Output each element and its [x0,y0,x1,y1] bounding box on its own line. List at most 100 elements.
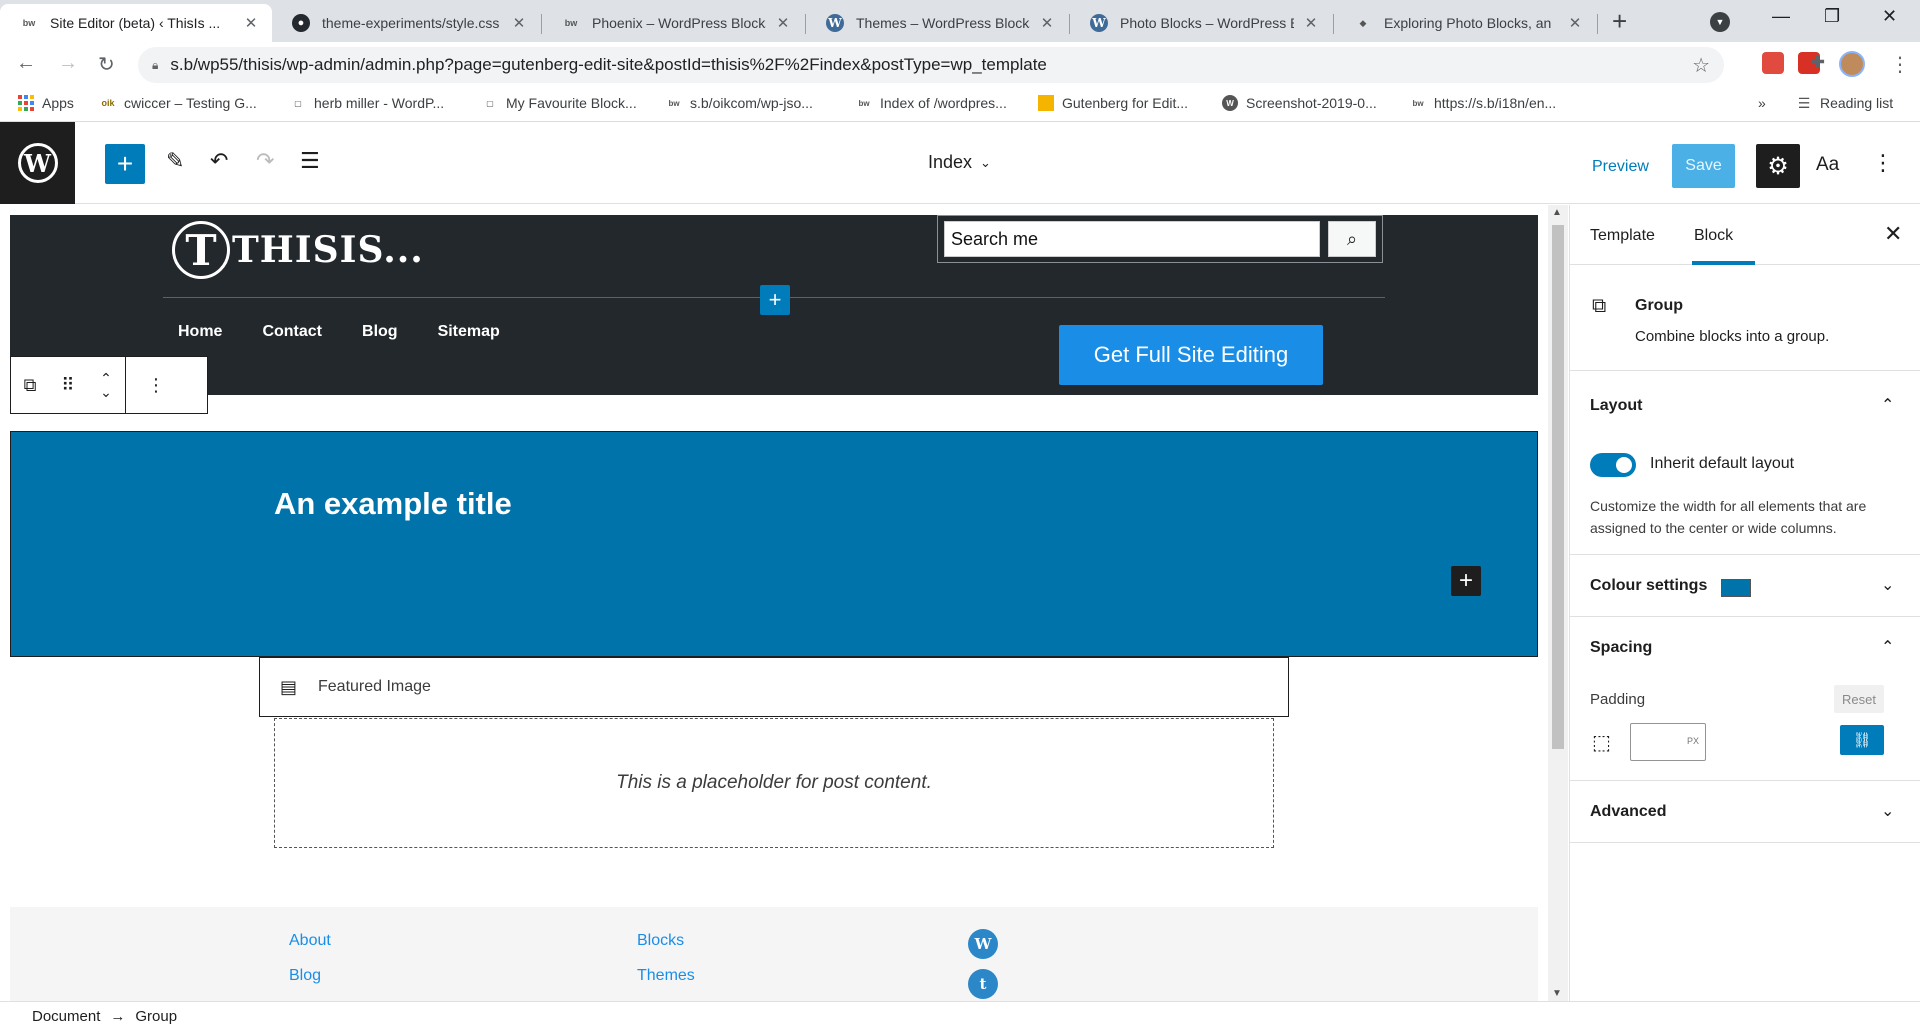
chevron-down-icon[interactable]: ⌄ [1881,575,1894,595]
reading-list[interactable]: ☰ Reading list [1796,95,1893,112]
browser-tab-exploring-photo-blocks[interactable]: ◆ Exploring Photo Blocks, an ✕ [1334,4,1596,42]
edit-pencil-icon[interactable]: ✎ [166,148,184,174]
between-inserter-plus-icon[interactable]: + [760,285,790,315]
undo-icon[interactable]: ↶ [210,148,228,174]
close-tab-icon[interactable]: ✕ [1038,14,1056,32]
spacing-panel-title[interactable]: Spacing [1590,639,1652,657]
bookmark-herb-miller[interactable]: ▢ herb miller - WordP... [290,95,444,111]
chevron-up-icon[interactable]: ⌃ [1881,637,1894,657]
site-logo[interactable]: T THISIS... [172,221,424,279]
restore-icon[interactable]: ❐ [1824,6,1840,27]
list-view-icon[interactable]: ☰ [300,148,320,174]
close-tab-icon[interactable]: ✕ [242,14,260,32]
reload-icon[interactable]: ↻ [98,52,115,77]
close-icon[interactable]: ✕ [1884,221,1902,247]
close-window-icon[interactable]: ✕ [1882,6,1897,27]
browser-tab-photo-blocks[interactable]: W Photo Blocks – WordPress B ✕ [1070,4,1332,42]
lock-icon[interactable]: 🔒︎ [152,58,158,73]
nav-item-sitemap[interactable]: Sitemap [438,323,500,341]
nav-item-blog[interactable]: Blog [362,323,398,341]
drag-handle-icon[interactable]: ⠿ [49,375,87,396]
template-selector[interactable]: Index ⌄ [928,152,991,173]
browser-tab-themes[interactable]: W Themes – WordPress Blocks ✕ [806,4,1068,42]
redo-icon[interactable]: ↷ [256,148,274,174]
advanced-panel-title[interactable]: Advanced [1590,803,1666,821]
omnibox[interactable]: 🔒︎ s.b/wp55/thisis/wp-admin/admin.php?pa… [138,47,1724,83]
forward-icon[interactable]: → [58,52,78,75]
bookmark-screenshot[interactable]: W Screenshot-2019-0... [1222,95,1377,111]
get-full-site-editing-button[interactable]: Get Full Site Editing [1059,325,1323,385]
chevron-up-icon[interactable]: ⌃ [1881,395,1894,415]
profile-avatar[interactable] [1839,51,1865,77]
featured-image-block[interactable]: ▤ Featured Image [259,657,1289,717]
global-styles-button[interactable]: Aa [1816,154,1839,176]
tab-search-icon[interactable]: ▼ [1710,12,1730,32]
new-tab-icon[interactable]: + [1612,8,1627,34]
unit-label[interactable]: PX [1687,736,1699,746]
site-icon-button[interactable]: W [0,122,75,204]
search-input[interactable]: Search me [944,221,1320,257]
add-block-plus-icon[interactable]: + [1451,566,1481,596]
layout-panel-title[interactable]: Layout [1590,397,1642,415]
bookmark-my-favourite-block[interactable]: ▢ My Favourite Block... [482,95,636,111]
move-down-icon[interactable]: ⌄ [100,385,112,399]
colour-settings-panel[interactable]: Colour settings ⌄ [1570,555,1920,617]
editor-canvas[interactable]: T THISIS... Search me ⌕ + Home Contact B… [0,205,1568,1001]
wordpress-icon[interactable]: W [968,929,998,959]
search-block[interactable]: Search me ⌕ [937,215,1383,263]
site-header-block[interactable]: T THISIS... Search me ⌕ + Home Contact B… [10,215,1538,395]
site-footer-block[interactable]: About Blog Blocks Themes W t [10,907,1538,1001]
extensions-puzzle-icon[interactable]: ✚ [1810,52,1832,74]
browser-tab-site-editor[interactable]: bw Site Editor (beta) ‹ ThisIs ... ✕ [0,4,272,42]
options-menu-icon[interactable]: ⋮ [1872,150,1894,176]
bookmarks-overflow[interactable]: » [1758,95,1766,111]
bookmark-i18n[interactable]: bw https://s.b/i18n/en... [1410,95,1556,111]
footer-link-about[interactable]: About [289,932,331,950]
bookmark-star-icon[interactable]: ☆ [1692,53,1710,78]
nav-item-home[interactable]: Home [178,323,222,341]
scroll-down-icon[interactable]: ▼ [1552,988,1562,999]
group-block-icon[interactable]: ⧉ [11,375,49,396]
footer-link-themes[interactable]: Themes [637,967,695,985]
link-sides-icon[interactable]: ⛓ [1840,725,1884,755]
scrollbar-thumb[interactable] [1552,225,1564,749]
block-inserter-button[interactable]: + [105,144,145,184]
more-options-icon[interactable]: ⋮ [126,375,186,396]
footer-link-blog[interactable]: Blog [289,967,321,985]
save-button[interactable]: Save [1672,144,1735,188]
bookmark-index-of-wordpress[interactable]: bw Index of /wordpres... [856,95,1006,111]
inherit-layout-toggle[interactable] [1590,453,1636,477]
tab-template[interactable]: Template [1590,227,1655,245]
close-tab-icon[interactable]: ✕ [774,14,792,32]
close-tab-icon[interactable]: ✕ [1302,14,1320,32]
bookmark-apps[interactable]: Apps [18,95,74,111]
reset-button[interactable]: Reset [1834,685,1884,713]
padding-input[interactable]: PX [1630,723,1706,761]
move-up-icon[interactable]: ⌃ [100,371,112,385]
tab-block[interactable]: Block [1694,227,1733,245]
browser-tab-phoenix[interactable]: bw Phoenix – WordPress Blocks ✕ [542,4,804,42]
chevron-down-icon[interactable]: ⌄ [1881,801,1894,821]
search-icon[interactable]: ⌕ [1328,221,1376,257]
cover-title[interactable]: An example title [274,486,512,522]
preview-button[interactable]: Preview [1592,158,1649,176]
block-mover[interactable]: ⌃ ⌄ [87,371,125,399]
browser-menu-icon[interactable]: ⋮ [1890,52,1910,77]
bookmark-gutenberg[interactable]: Gutenberg for Edit... [1038,95,1188,111]
minimize-icon[interactable]: — [1772,6,1790,27]
post-content-placeholder[interactable]: This is a placeholder for post content. [274,718,1274,848]
advanced-panel[interactable]: Advanced ⌄ [1570,781,1920,843]
colour-settings-title[interactable]: Colour settings [1590,577,1707,595]
back-icon[interactable]: ← [16,52,36,75]
extension-icon[interactable] [1762,52,1784,74]
bookmark-cwiccer[interactable]: oik cwiccer – Testing G... [100,95,256,111]
bookmark-oikcom[interactable]: bw s.b/oikcom/wp-jso... [666,95,813,111]
breadcrumb-document[interactable]: Document [32,1008,100,1025]
browser-tab-theme-experiments[interactable]: ● theme-experiments/style.css ✕ [272,4,540,42]
footer-link-blocks[interactable]: Blocks [637,932,684,950]
nav-item-contact[interactable]: Contact [262,323,322,341]
cover-block[interactable]: An example title + [10,431,1538,657]
url-text[interactable]: s.b/wp55/thisis/wp-admin/admin.php?page=… [170,55,1046,75]
scroll-up-icon[interactable]: ▲ [1552,207,1562,218]
breadcrumb-group[interactable]: Group [135,1008,177,1025]
